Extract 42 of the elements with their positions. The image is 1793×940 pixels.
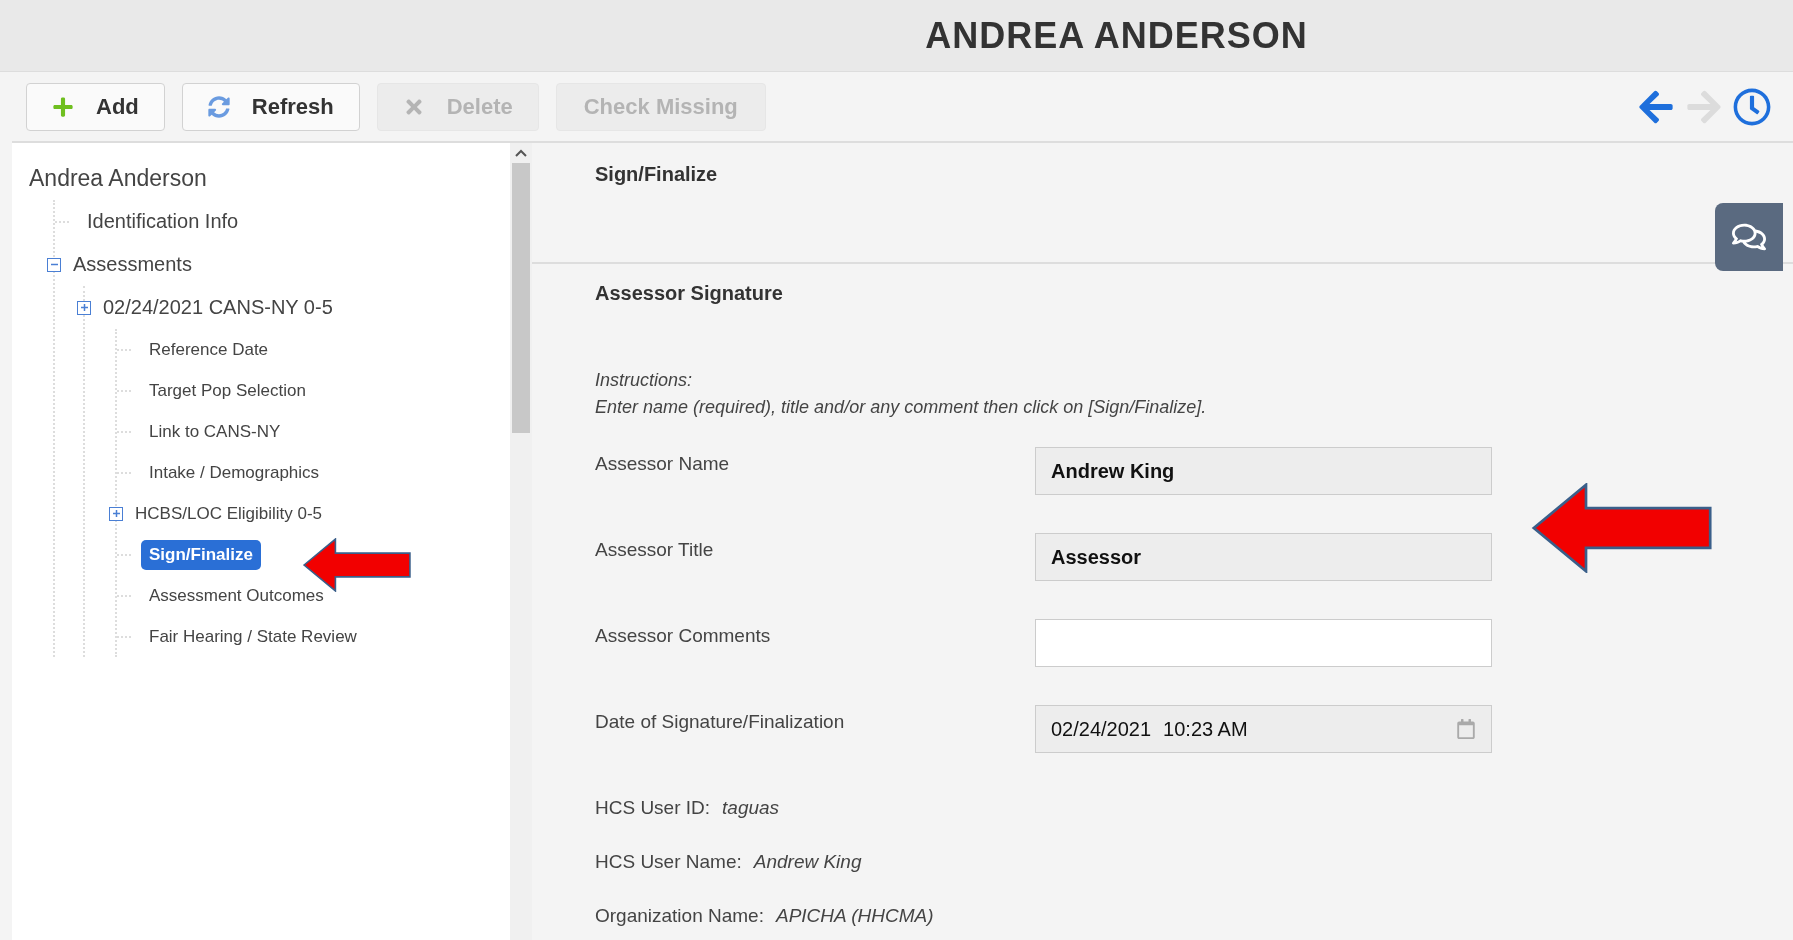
instructions-text: Instructions: bbox=[595, 369, 694, 392]
tree-root[interactable]: Andrea Anderson bbox=[29, 165, 510, 192]
toolbar-button[interactable]: Add bbox=[26, 82, 165, 131]
info-label: HCS User ID: bbox=[595, 796, 711, 819]
refresh-icon bbox=[207, 95, 230, 118]
scrollbar-thumb[interactable] bbox=[512, 163, 530, 433]
section-title: Sign/Finalize bbox=[595, 163, 719, 186]
text-field[interactable]: Andrew King bbox=[1035, 447, 1492, 495]
info-label: HCS User Name: bbox=[595, 850, 742, 873]
text-field[interactable] bbox=[1035, 619, 1492, 667]
tree-item[interactable]: Assessments bbox=[65, 248, 200, 281]
clock-icon[interactable] bbox=[1733, 87, 1771, 126]
collapse-icon[interactable] bbox=[47, 257, 61, 272]
field-label: Assessor Comments bbox=[595, 624, 772, 647]
text-field[interactable]: Assessor bbox=[1035, 533, 1492, 581]
subsection-title: Assessor Signature bbox=[595, 282, 784, 305]
tree-item[interactable]: 02/24/2021 CANS-NY 0-5 bbox=[95, 291, 341, 324]
tree-item[interactable]: Identification Info bbox=[79, 205, 247, 238]
expand-icon[interactable] bbox=[77, 300, 91, 315]
field-label: Assessor Title bbox=[595, 538, 715, 561]
field-label: Assessor Name bbox=[595, 452, 731, 475]
tree-item[interactable]: Assessment Outcomes bbox=[141, 580, 332, 611]
tree-item[interactable]: HCBS/LOC Eligibility 0-5 bbox=[127, 498, 331, 529]
tree-item[interactable]: Sign/Finalize bbox=[141, 539, 261, 570]
tree-item[interactable]: Intake / Demographics bbox=[141, 457, 328, 488]
field-label: Date of Signature/Finalization bbox=[595, 710, 846, 733]
info-label: Organization Name: bbox=[595, 904, 764, 927]
instructions-text: Enter name (required), title and/or any comment then click on [Sign/Finalize]. bbox=[595, 396, 1208, 419]
calendar-icon bbox=[1456, 719, 1476, 739]
toolbar-button[interactable]: Refresh bbox=[181, 82, 360, 131]
plus-icon bbox=[52, 95, 74, 118]
tree-item[interactable]: Reference Date bbox=[141, 334, 277, 365]
tree-item[interactable]: Link to CANS-NY bbox=[141, 416, 289, 447]
info-value: taguas bbox=[722, 797, 780, 819]
expand-icon[interactable] bbox=[109, 506, 123, 521]
page-title: ANDREA ANDERSON bbox=[925, 14, 1308, 57]
tree-item[interactable]: Fair Hearing / State Review bbox=[141, 621, 365, 652]
info-value: APICHA (HHCMA) bbox=[775, 905, 934, 927]
date-field[interactable]: 02/24/2021 10:23 AM bbox=[1035, 705, 1492, 753]
tree-item[interactable]: Target Pop Selection bbox=[141, 375, 314, 406]
chat-button[interactable] bbox=[1715, 203, 1783, 271]
info-value: Andrew King bbox=[753, 851, 862, 873]
